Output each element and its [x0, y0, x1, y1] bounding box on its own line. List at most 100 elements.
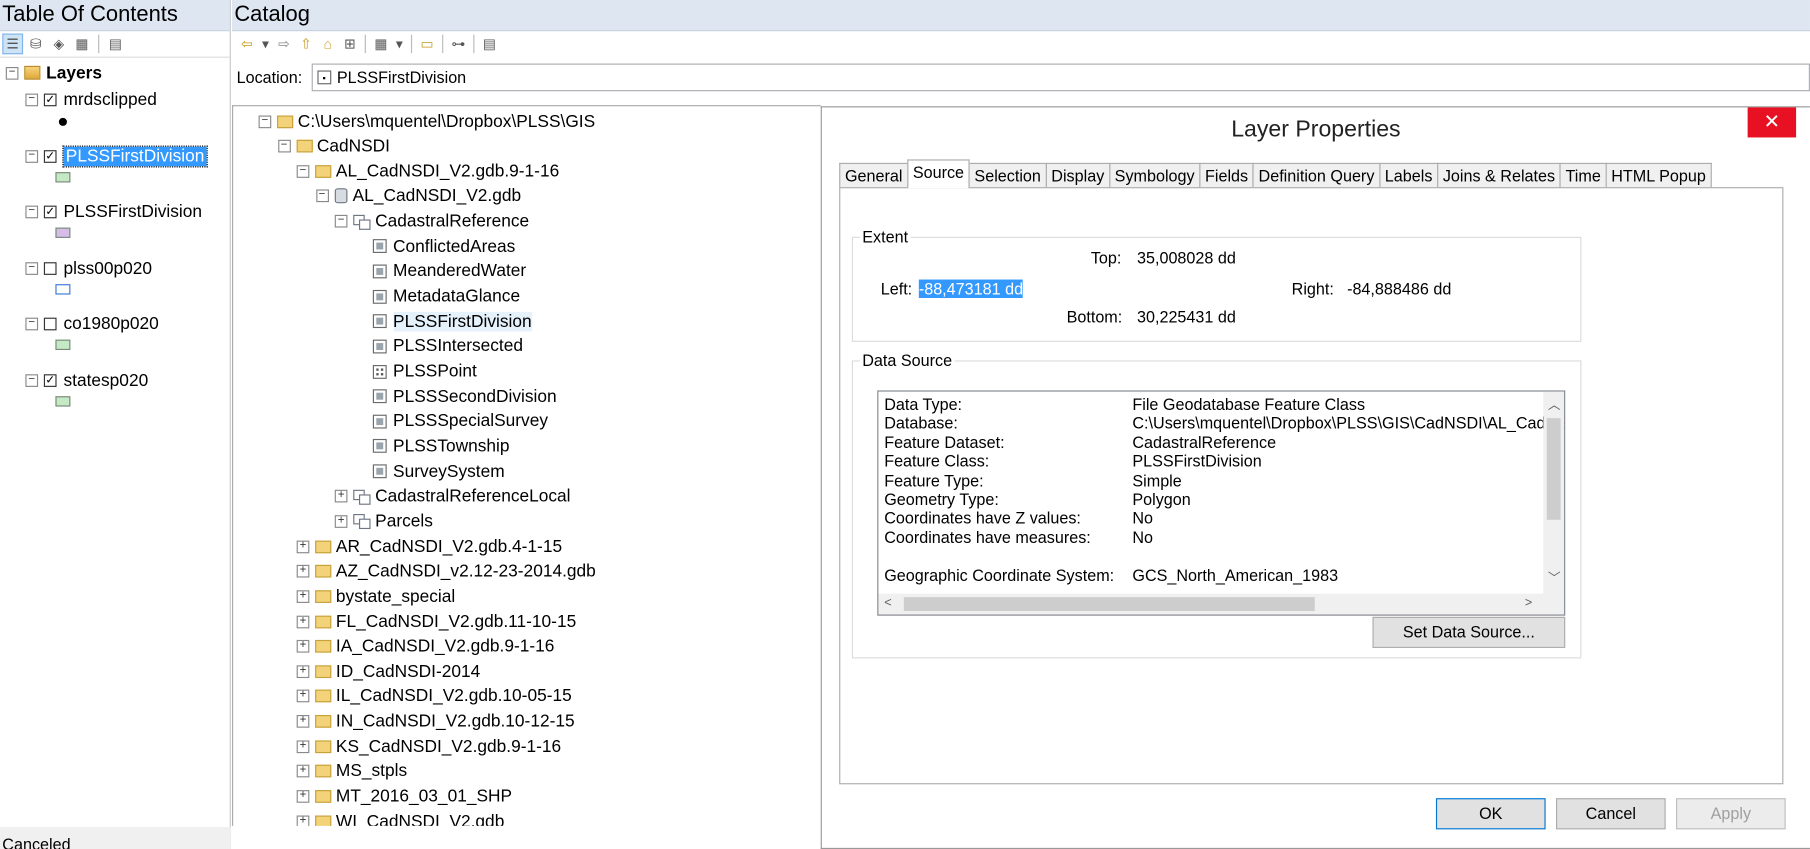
- view-dropdown-icon[interactable]: ▾: [392, 33, 406, 54]
- catalog-tree-item[interactable]: − CadastralReference: [334, 210, 529, 233]
- catalog-tree-item[interactable]: PLSSSecondDivision: [354, 385, 557, 408]
- tree-item-label[interactable]: WI_CadNSDI_V2.gdb: [336, 812, 504, 826]
- catalog-tree-item[interactable]: − AL_CadNSDI_V2.gdb.9-1-16: [296, 160, 559, 183]
- tree-item-label[interactable]: IL_CadNSDI_V2.gdb.10-05-15: [336, 687, 572, 707]
- catalog-tree-item[interactable]: PLSSIntersected: [354, 335, 523, 358]
- tree-item-label[interactable]: SurveySystem: [393, 462, 505, 482]
- polygon-symbol-icon[interactable]: [55, 339, 71, 350]
- set-data-source-button[interactable]: Set Data Source...: [1372, 616, 1566, 649]
- tree-item-label[interactable]: AR_CadNSDI_V2.gdb.4-1-15: [336, 537, 562, 557]
- tree-item-label[interactable]: AZ_CadNSDI_v2.12-23-2014.gdb: [336, 562, 596, 582]
- list-by-visibility-icon[interactable]: ◈: [48, 33, 69, 54]
- tree-item-label[interactable]: PLSSSpecialSurvey: [393, 412, 548, 432]
- scrollbar-thumb[interactable]: [1546, 418, 1561, 520]
- new-folder-icon[interactable]: ▭: [417, 33, 438, 54]
- catalog-tree-item[interactable]: − AL_CadNSDI_V2.gdb: [315, 185, 521, 208]
- expand-icon[interactable]: +: [296, 790, 310, 803]
- collapse-icon[interactable]: −: [25, 373, 39, 387]
- tree-item-label[interactable]: FL_CadNSDI_V2.gdb.11-10-15: [336, 612, 576, 632]
- catalog-tree-item[interactable]: + AZ_CadNSDI_v2.12-23-2014.gdb: [296, 560, 596, 583]
- catalog-tree-item[interactable]: + MT_2016_03_01_SHP: [296, 785, 512, 808]
- close-button[interactable]: ✕: [1747, 107, 1797, 138]
- expand-icon[interactable]: +: [334, 514, 348, 528]
- horizontal-scrollbar[interactable]: < >: [878, 593, 1546, 615]
- catalog-tree-item[interactable]: + AR_CadNSDI_V2.gdb.4-1-15: [296, 535, 562, 558]
- catalog-tree-item[interactable]: SurveySystem: [354, 460, 505, 483]
- tree-item-label[interactable]: KS_CadNSDI_V2.gdb.9-1-16: [336, 737, 561, 757]
- tree-item-label[interactable]: ID_CadNSDI-2014: [336, 662, 480, 682]
- layer-name[interactable]: PLSSFirstDivision: [63, 202, 202, 222]
- scroll-left-icon[interactable]: <: [884, 596, 891, 610]
- catalog-tree-item[interactable]: + CadastralReferenceLocal: [334, 485, 571, 508]
- catalog-tree-item[interactable]: MetadataGlance: [354, 285, 520, 308]
- polygon-symbol-icon[interactable]: [55, 283, 71, 294]
- tab-display[interactable]: Display: [1045, 162, 1111, 189]
- expand-icon[interactable]: +: [296, 640, 310, 653]
- apply-button[interactable]: Apply: [1676, 798, 1786, 830]
- tab-time[interactable]: Time: [1559, 162, 1607, 189]
- tab-definition-query[interactable]: Definition Query: [1252, 162, 1381, 189]
- expand-icon[interactable]: +: [296, 589, 310, 603]
- scrollbar-thumb[interactable]: [903, 597, 1315, 612]
- polygon-symbol-icon[interactable]: [55, 227, 71, 238]
- expand-icon[interactable]: +: [296, 715, 310, 728]
- right-value[interactable]: -84,888486 dd: [1347, 280, 1451, 298]
- tree-item-label[interactable]: MetadataGlance: [393, 287, 520, 307]
- tab-source[interactable]: Source: [907, 159, 970, 189]
- collapse-icon[interactable]: −: [334, 214, 348, 228]
- connect-folder-icon[interactable]: ⊞: [339, 33, 360, 54]
- layer-name[interactable]: co1980p020: [63, 314, 158, 334]
- expand-icon[interactable]: +: [296, 539, 310, 553]
- collapse-icon[interactable]: −: [25, 205, 39, 219]
- tree-item-label[interactable]: CadNSDI: [317, 136, 390, 156]
- scroll-right-icon[interactable]: >: [1525, 596, 1532, 610]
- catalog-tree-item[interactable]: − C:\Users\mquentel\Dropbox\PLSS\GIS: [258, 110, 595, 133]
- polygon-symbol-icon[interactable]: [55, 171, 71, 182]
- expand-icon[interactable]: +: [296, 690, 310, 703]
- tree-item-label[interactable]: IN_CadNSDI_V2.gdb.10-12-15: [336, 712, 575, 732]
- layer-name[interactable]: mrdsclipped: [63, 90, 156, 110]
- tree-item-label[interactable]: ConflictedAreas: [393, 237, 515, 257]
- bottom-value[interactable]: 30,225431 dd: [1137, 307, 1236, 325]
- top-value[interactable]: 35,008028 dd: [1137, 248, 1236, 266]
- catalog-tree-item[interactable]: + IN_CadNSDI_V2.gdb.10-12-15: [296, 710, 575, 733]
- forward-icon[interactable]: ⇨: [274, 33, 295, 54]
- ok-button[interactable]: OK: [1435, 798, 1546, 830]
- visibility-checkbox[interactable]: ✓: [43, 205, 57, 219]
- expand-icon[interactable]: +: [296, 815, 310, 826]
- catalog-tree-item[interactable]: + bystate_special: [296, 585, 455, 608]
- toc-layer-item[interactable]: − ✓ mrdsclipped: [0, 85, 230, 141]
- tree-item-label[interactable]: MT_2016_03_01_SHP: [336, 787, 512, 807]
- collapse-icon[interactable]: −: [25, 149, 39, 163]
- list-by-source-icon[interactable]: ⛁: [25, 33, 46, 54]
- expand-icon[interactable]: +: [296, 740, 310, 753]
- layer-name[interactable]: statesp020: [63, 370, 148, 390]
- catalog-tree-item[interactable]: + WI_CadNSDI_V2.gdb: [296, 810, 504, 826]
- tree-item-label[interactable]: PLSSPoint: [393, 362, 477, 382]
- tab-general[interactable]: General: [839, 162, 909, 189]
- catalog-tree-item[interactable]: PLSSTownship: [354, 435, 510, 458]
- catalog-tree-item[interactable]: + ID_CadNSDI-2014: [296, 660, 480, 683]
- expand-icon[interactable]: +: [296, 564, 310, 578]
- catalog-tree-item[interactable]: ConflictedAreas: [354, 235, 515, 258]
- tree-item-label[interactable]: Parcels: [375, 512, 433, 532]
- tab-fields[interactable]: Fields: [1199, 162, 1254, 189]
- tree-item-label[interactable]: C:\Users\mquentel\Dropbox\PLSS\GIS: [298, 111, 595, 131]
- tab-labels[interactable]: Labels: [1379, 162, 1439, 189]
- collapse-icon[interactable]: −: [315, 189, 329, 203]
- visibility-checkbox[interactable]: ✓: [43, 93, 57, 107]
- tree-item-label[interactable]: IA_CadNSDI_V2.gdb.9-1-16: [336, 637, 554, 657]
- collapse-icon[interactable]: −: [25, 261, 39, 275]
- list-by-drawing-order-icon[interactable]: ☰: [2, 33, 24, 55]
- tree-item-label[interactable]: MeanderedWater: [393, 262, 526, 282]
- visibility-checkbox[interactable]: ✓: [43, 149, 57, 163]
- tree-item-label[interactable]: CadastralReferenceLocal: [375, 487, 570, 507]
- catalog-tree-item[interactable]: PLSSSpecialSurvey: [354, 410, 548, 433]
- home-icon[interactable]: ⌂: [317, 33, 338, 54]
- layer-name[interactable]: plss00p020: [63, 258, 152, 278]
- scroll-down-icon[interactable]: ﹀: [1548, 568, 1561, 586]
- toc-layer-item[interactable]: − ✓ PLSSFirstDivision: [0, 198, 230, 254]
- collapse-icon[interactable]: −: [5, 66, 19, 80]
- visibility-checkbox[interactable]: [43, 317, 57, 331]
- collapse-icon[interactable]: −: [25, 317, 39, 331]
